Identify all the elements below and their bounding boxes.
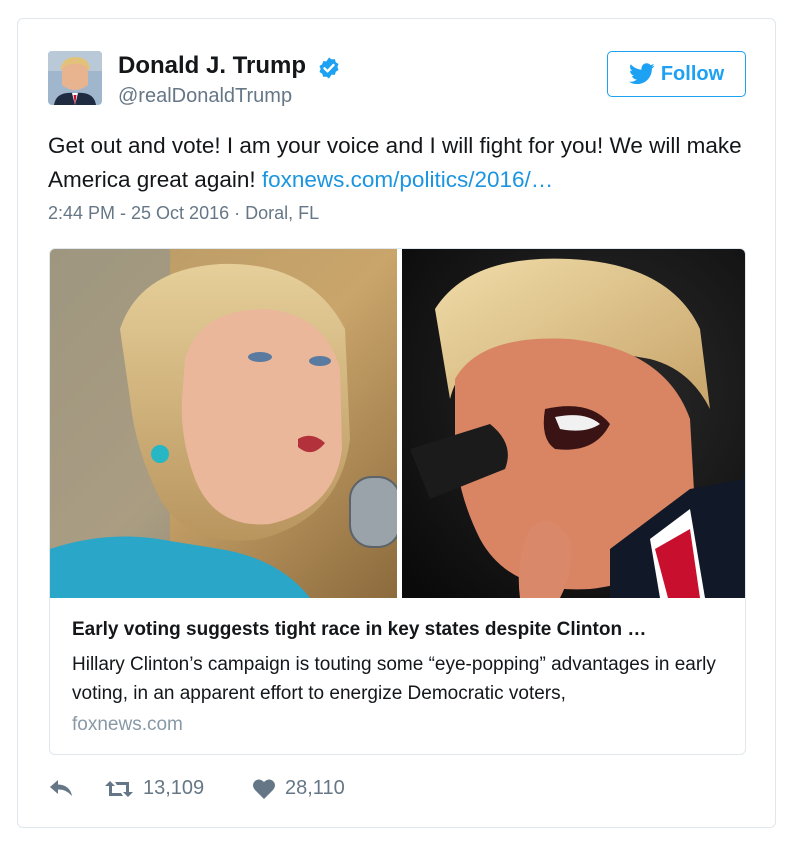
retweet-count: 13,109 <box>143 777 205 799</box>
tweet-timestamp[interactable]: 2:44 PM - 25 Oct 2016 <box>48 203 229 223</box>
card-image <box>50 249 745 598</box>
meta-separator: · <box>229 203 246 223</box>
profile-photo <box>48 51 102 105</box>
tweet-actions: 13,109 28,110 <box>48 777 448 807</box>
twitter-bird-icon <box>628 63 655 85</box>
card-description: Hillary Clinton’s campaign is touting so… <box>72 654 716 704</box>
tweet-location[interactable]: Doral, FL <box>245 203 319 223</box>
retweet-icon <box>105 780 133 797</box>
like-count: 28,110 <box>285 777 345 799</box>
verified-badge-icon <box>319 57 339 79</box>
follow-button[interactable]: Follow <box>607 51 746 97</box>
display-name[interactable]: Donald J. Trump <box>118 52 306 80</box>
card-title[interactable]: Early voting suggests tight race in key … <box>72 619 732 641</box>
tweet-text: Get out and vote! I am your voice and I … <box>48 129 748 197</box>
tweet-link[interactable]: foxnews.com/politics/2016/… <box>262 167 553 192</box>
reply-icon <box>50 780 72 796</box>
follow-label: Follow <box>660 62 725 85</box>
avatar[interactable] <box>48 51 102 105</box>
reply-button[interactable] <box>48 777 74 799</box>
card-domain: foxnews.com <box>72 714 183 735</box>
tweet-card: Donald J. Trump @realDonaldTrump Follow … <box>17 18 776 828</box>
user-handle[interactable]: @realDonaldTrump <box>118 85 292 108</box>
heart-icon <box>253 778 275 799</box>
link-preview-card[interactable]: Early voting suggests tight race in key … <box>49 248 746 755</box>
retweet-button[interactable]: 13,109 <box>104 777 204 800</box>
like-button[interactable]: 28,110 <box>252 777 345 800</box>
tweet-meta: 2:44 PM - 25 Oct 2016 · Doral, FL <box>48 203 319 224</box>
